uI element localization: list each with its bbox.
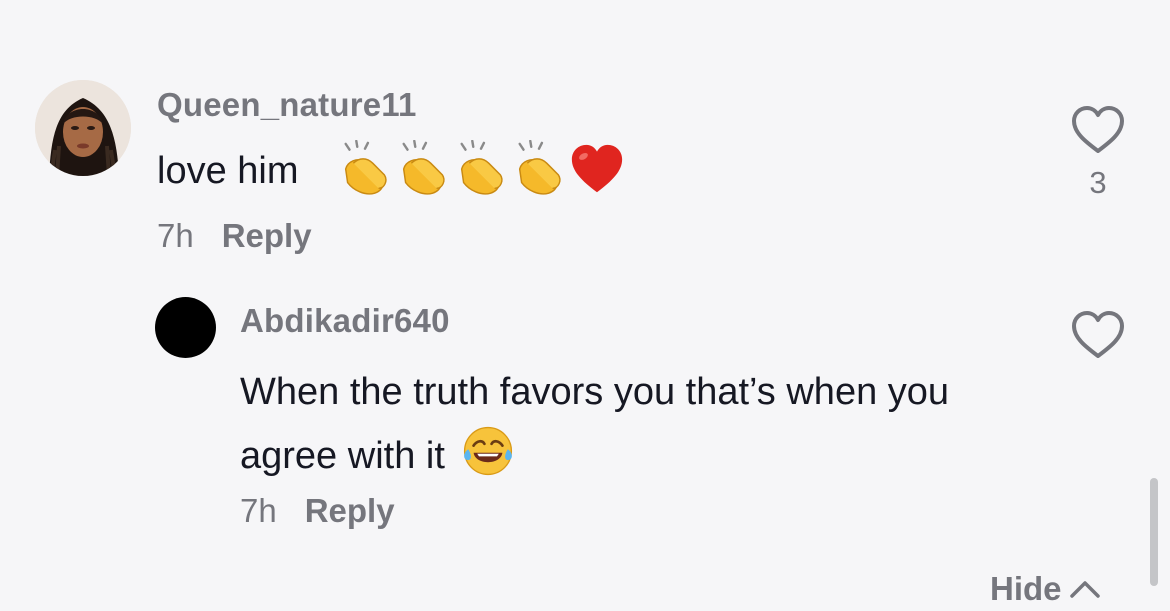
clapping-hands-icon (402, 140, 445, 195)
clapping-hands-icon (460, 140, 503, 195)
hide-replies-button[interactable]: Hide (990, 570, 1102, 608)
comment-text: When the truth favors you that’s when yo… (240, 371, 950, 477)
chevron-up-icon (1069, 581, 1100, 598)
comment-meta: 7h Reply (157, 217, 312, 255)
like-count: 3 (1089, 165, 1107, 200)
comment-username[interactable]: Queen_nature11 (157, 86, 417, 124)
heart-outline-icon[interactable] (1070, 104, 1126, 156)
face-with-tears-of-joy-icon (464, 426, 513, 476)
scrollbar[interactable] (1150, 478, 1158, 586)
comment-emojis (336, 138, 626, 200)
reply-button[interactable]: Reply (222, 217, 312, 255)
comment-text-wrap: When the truth favors you that’s when yo… (240, 360, 1030, 488)
comment-time: 7h (240, 492, 277, 529)
avatar[interactable] (155, 297, 216, 358)
chevron-icon (1066, 0, 1092, 4)
clapping-hands-icon (518, 140, 561, 195)
hide-label: Hide (990, 570, 1062, 607)
red-heart-icon (571, 144, 623, 193)
clapping-hands-icon (344, 140, 387, 195)
comment-meta: 7h Reply (240, 492, 395, 530)
reply-button[interactable]: Reply (305, 492, 395, 530)
comment-username[interactable]: Abdikadir640 (240, 302, 450, 340)
avatar[interactable] (35, 80, 131, 176)
heart-outline-icon[interactable] (1070, 309, 1126, 361)
avatar-photo-icon (35, 80, 131, 176)
comment-text: love him (157, 150, 299, 192)
comment-time: 7h (157, 217, 194, 254)
